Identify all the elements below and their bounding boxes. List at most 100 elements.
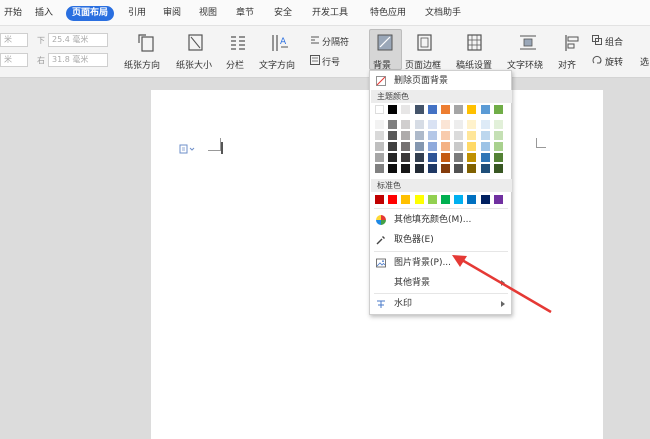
color-swatch[interactable] — [375, 195, 384, 204]
color-swatch[interactable] — [401, 164, 411, 173]
color-swatch[interactable] — [480, 131, 490, 140]
color-swatch[interactable] — [467, 131, 477, 140]
color-swatch[interactable] — [493, 120, 503, 129]
color-swatch[interactable] — [388, 164, 398, 173]
color-swatch[interactable] — [388, 195, 398, 204]
menu-reference[interactable]: 引用 — [128, 6, 146, 21]
color-swatch[interactable] — [427, 142, 437, 151]
color-swatch[interactable] — [441, 195, 450, 204]
color-swatch[interactable] — [454, 142, 464, 151]
color-swatch[interactable] — [493, 153, 503, 162]
color-swatch[interactable] — [493, 131, 503, 140]
paste-options-icon[interactable] — [179, 144, 195, 154]
color-swatch[interactable] — [454, 120, 464, 129]
color-swatch[interactable] — [388, 120, 398, 129]
separator — [374, 208, 508, 209]
more-fill-colors-item[interactable]: 其他填充颜色(M)... — [370, 212, 511, 228]
color-swatch[interactable] — [388, 131, 398, 140]
align-icon — [565, 35, 579, 51]
line-number-icon — [310, 55, 320, 65]
color-swatch[interactable] — [375, 164, 384, 173]
color-swatch[interactable] — [467, 153, 477, 162]
menu-doc-helper[interactable]: 文档助手 — [425, 6, 461, 21]
color-swatch[interactable] — [467, 142, 477, 151]
remove-background-item[interactable]: 删除页面背景 — [370, 73, 511, 89]
background-icon — [377, 34, 393, 51]
color-swatch[interactable] — [493, 105, 503, 114]
color-swatch[interactable] — [401, 153, 411, 162]
margin-right-label: 右 — [37, 56, 45, 65]
color-swatch[interactable] — [401, 131, 411, 140]
color-swatch[interactable] — [414, 164, 424, 173]
menu-features[interactable]: 特色应用 — [370, 6, 406, 21]
color-swatch[interactable] — [454, 164, 464, 173]
color-swatch[interactable] — [375, 105, 384, 114]
color-swatch[interactable] — [414, 105, 424, 114]
color-swatch[interactable] — [454, 131, 464, 140]
color-swatch[interactable] — [414, 131, 424, 140]
color-swatch[interactable] — [467, 164, 477, 173]
color-swatch[interactable] — [427, 153, 437, 162]
eyedropper-label: 取色器(E) — [394, 235, 434, 245]
menu-review[interactable]: 审阅 — [163, 6, 181, 21]
margin-right-field[interactable]: 31.8 毫米 — [48, 53, 108, 67]
color-swatch[interactable] — [375, 131, 384, 140]
eyedropper-item[interactable]: 取色器(E) — [370, 232, 511, 248]
margin-left-top-field[interactable]: 米 — [0, 33, 28, 47]
margin-left-bottom-field[interactable]: 米 — [0, 53, 28, 67]
color-swatch[interactable] — [493, 164, 503, 173]
color-swatch[interactable] — [388, 142, 398, 151]
color-swatch[interactable] — [480, 153, 490, 162]
color-swatch[interactable] — [388, 105, 398, 114]
color-swatch[interactable] — [454, 105, 464, 114]
color-swatch[interactable] — [427, 131, 437, 140]
color-swatch[interactable] — [427, 164, 437, 173]
columns-icon — [231, 36, 245, 50]
color-swatch[interactable] — [414, 142, 424, 151]
menu-view[interactable]: 视图 — [199, 6, 217, 21]
color-swatch[interactable] — [480, 142, 490, 151]
color-swatch[interactable] — [427, 195, 437, 204]
color-swatch[interactable] — [441, 120, 450, 129]
color-swatch[interactable] — [454, 195, 464, 204]
color-swatch[interactable] — [467, 120, 477, 129]
standard-colors-header: 标准色 — [371, 179, 512, 192]
color-swatch[interactable] — [441, 153, 450, 162]
color-swatch[interactable] — [388, 153, 398, 162]
color-swatch[interactable] — [441, 105, 450, 114]
menu-page-layout[interactable]: 页面布局 — [66, 6, 115, 21]
color-swatch[interactable] — [375, 153, 384, 162]
menu-start[interactable]: 开始 — [4, 6, 22, 21]
color-swatch[interactable] — [441, 142, 450, 151]
group-label: 组合 — [605, 38, 624, 48]
color-swatch[interactable] — [454, 153, 464, 162]
menu-devtools[interactable]: 开发工具 — [312, 6, 348, 21]
color-swatch[interactable] — [401, 142, 411, 151]
color-swatch[interactable] — [427, 105, 437, 114]
color-swatch[interactable] — [480, 195, 490, 204]
color-swatch[interactable] — [375, 142, 384, 151]
select-label[interactable]: 选 — [640, 55, 649, 68]
color-swatch[interactable] — [401, 195, 411, 204]
color-swatch[interactable] — [480, 120, 490, 129]
menu-security[interactable]: 安全 — [274, 6, 292, 21]
color-swatch[interactable] — [493, 142, 503, 151]
color-swatch[interactable] — [480, 105, 490, 114]
color-swatch[interactable] — [467, 105, 477, 114]
color-swatch[interactable] — [375, 120, 384, 129]
color-swatch[interactable] — [467, 195, 477, 204]
menu-insert[interactable]: 插入 — [35, 6, 53, 21]
group-icon — [592, 35, 602, 45]
color-swatch[interactable] — [441, 164, 450, 173]
color-swatch[interactable] — [414, 195, 424, 204]
color-swatch[interactable] — [480, 164, 490, 173]
color-swatch[interactable] — [401, 105, 411, 114]
color-swatch[interactable] — [493, 195, 503, 204]
color-swatch[interactable] — [414, 153, 424, 162]
menu-chapter[interactable]: 章节 — [236, 6, 254, 21]
color-swatch[interactable] — [441, 131, 450, 140]
color-swatch[interactable] — [401, 120, 411, 129]
color-swatch[interactable] — [427, 120, 437, 129]
margin-bottom-field[interactable]: 25.4 毫米 — [48, 33, 108, 47]
color-swatch[interactable] — [414, 120, 424, 129]
